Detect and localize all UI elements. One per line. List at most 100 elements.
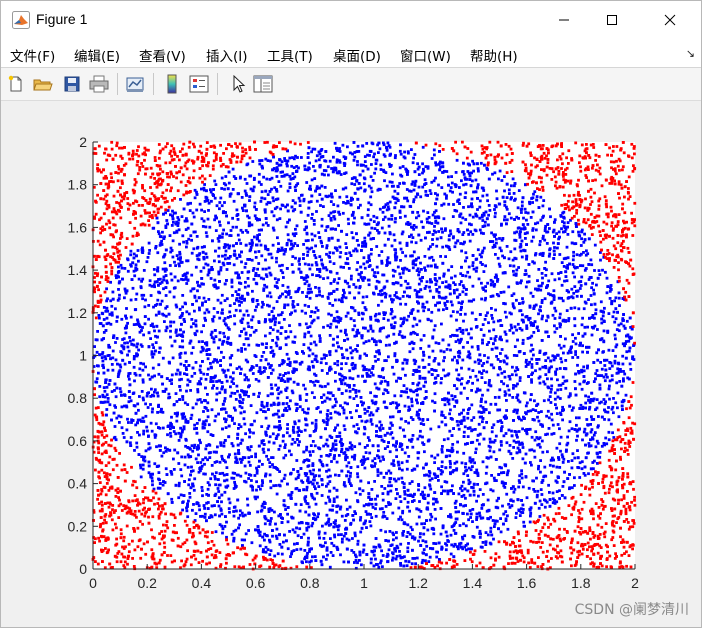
maximize-button[interactable] [589,1,635,39]
point-inside [416,309,420,313]
point-inside [267,448,270,452]
point-inside [411,236,415,239]
colorbar-icon [167,74,177,94]
point-inside [332,544,336,548]
new-figure-button[interactable] [4,72,28,96]
point-inside [560,360,564,364]
point-inside [133,449,136,452]
point-inside [462,480,465,484]
point-inside [329,412,333,415]
point-inside [529,514,532,518]
point-inside [458,283,462,286]
point-inside [589,430,593,434]
point-inside [525,432,529,436]
open-file-button[interactable] [31,72,55,96]
point-inside [531,229,535,232]
point-inside [381,565,384,569]
point-inside [474,451,477,454]
title-bar[interactable]: Figure 1 [1,1,701,39]
save-button[interactable] [60,72,84,96]
link-plot-button[interactable] [123,72,147,96]
point-inside [547,427,551,430]
point-inside [428,555,432,559]
point-inside [590,303,593,307]
point-inside [122,436,126,439]
point-inside [340,367,343,371]
print-button[interactable] [87,72,111,96]
point-inside [323,186,327,189]
point-inside [217,260,221,264]
point-inside [503,189,506,193]
point-inside [304,510,308,514]
insert-legend-button[interactable] [187,72,211,96]
point-inside [264,334,267,338]
point-inside [277,313,280,317]
point-inside [249,445,253,448]
point-inside [450,394,454,398]
point-inside [608,397,611,401]
menu-insert[interactable]: 插入(I) [206,45,248,65]
point-inside [317,485,321,488]
menu-tools[interactable]: 工具(T) [267,45,313,65]
point-inside [319,204,322,207]
menu-edit[interactable]: 编辑(E) [74,45,120,65]
point-inside [339,251,343,254]
point-inside [489,337,493,340]
point-inside [181,305,184,309]
point-inside [614,296,618,300]
point-inside [387,484,390,488]
point-inside [535,195,539,198]
menu-help[interactable]: 帮助(H) [470,45,518,65]
point-inside [129,315,133,319]
point-inside [392,533,395,537]
point-inside [533,399,536,403]
point-inside [336,528,340,532]
point-inside [181,501,184,504]
point-inside [442,350,446,354]
point-inside [604,270,607,274]
property-editor-button[interactable] [251,72,275,96]
point-inside [415,556,419,560]
dock-arrow-icon[interactable]: ↘ [686,47,695,60]
point-inside [302,199,306,203]
point-inside [481,541,485,544]
edit-plot-button[interactable] [226,72,250,96]
point-inside [553,246,556,249]
menu-file[interactable]: 文件(F) [10,45,55,65]
point-inside [295,548,299,551]
point-inside [507,285,511,289]
point-inside [507,212,511,216]
point-inside [185,310,189,314]
point-inside [271,243,275,247]
minimize-button[interactable] [541,1,587,39]
point-inside [466,416,470,420]
point-inside [222,331,226,335]
menu-window[interactable]: 窗口(W) [400,45,451,65]
point-inside [338,435,342,438]
point-inside [549,390,553,394]
point-inside [404,302,408,306]
insert-colorbar-button[interactable] [160,72,184,96]
point-inside [107,345,111,349]
point-inside [300,521,304,525]
point-inside [289,555,292,558]
scatter-plot[interactable]: 0 0.2 0.4 0.6 0.8 1 1.2 1.4 1.6 1.8 200.20.40.60.8… [1,101,701,627]
point-inside [410,404,414,408]
point-inside [358,492,362,496]
point-inside [399,302,402,306]
point-inside [295,459,299,462]
menu-desktop[interactable]: 桌面(D) [333,45,381,65]
point-inside [344,389,348,393]
close-button[interactable] [647,1,693,39]
point-inside [448,454,452,458]
point-inside [353,534,357,538]
point-inside [400,448,404,451]
point-inside [567,429,571,433]
point-inside [280,160,284,164]
point-inside [488,411,491,415]
point-inside [315,154,319,158]
point-inside [215,460,219,463]
point-inside [484,289,487,293]
menu-view[interactable]: 查看(V) [139,45,186,65]
point-inside [129,436,133,439]
